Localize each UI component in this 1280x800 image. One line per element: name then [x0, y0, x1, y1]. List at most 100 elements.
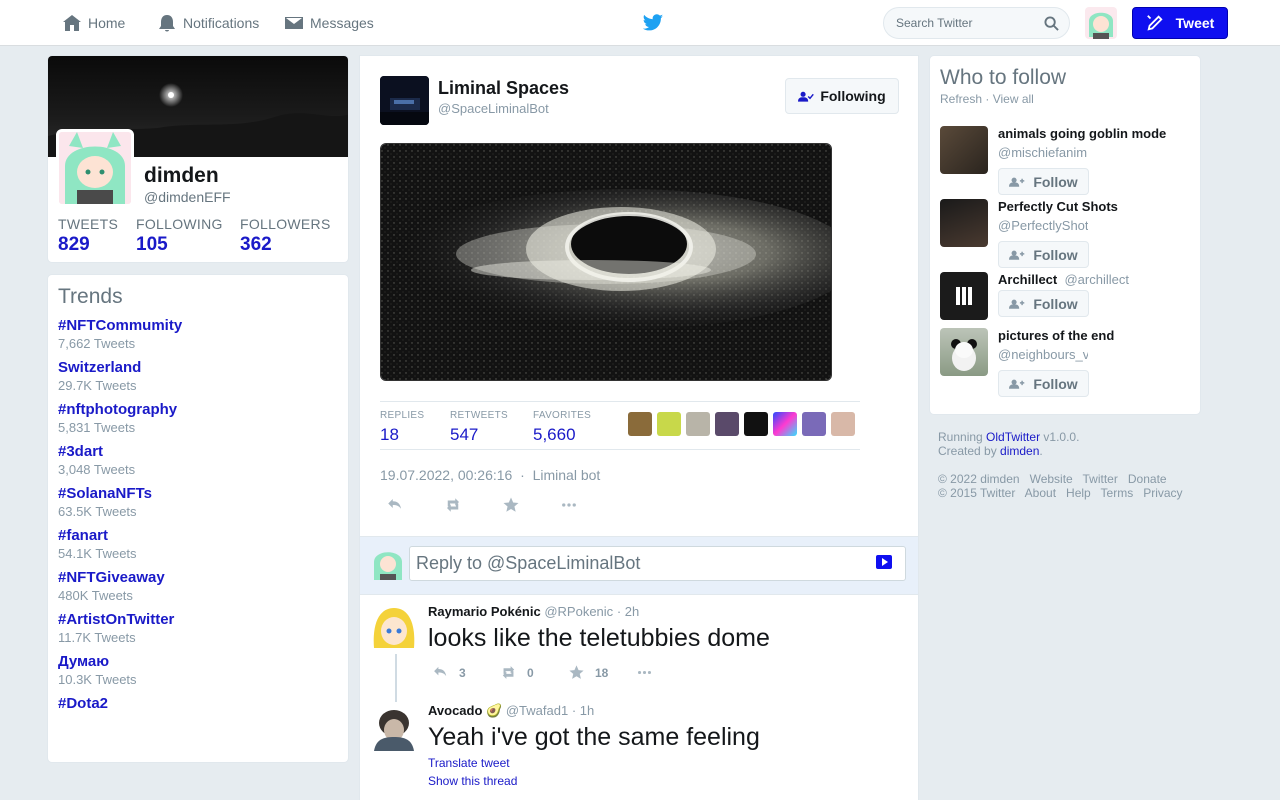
profile-avatar[interactable] — [56, 129, 134, 207]
reply-time[interactable]: · 2h — [617, 604, 639, 619]
translate-tweet-link[interactable]: Translate tweet — [428, 756, 510, 770]
reply-like-button[interactable]: 18 — [568, 664, 636, 681]
trend-item: #nftphotography 5,831 Tweets — [58, 401, 338, 435]
follow-button[interactable]: Follow — [998, 370, 1089, 397]
trends-title: Trends — [58, 285, 123, 308]
tweet-author-name[interactable]: Liminal Spaces — [438, 78, 569, 99]
reply-more-button[interactable] — [636, 664, 704, 681]
liker-avatar[interactable] — [802, 412, 826, 436]
liker-avatar[interactable] — [657, 412, 681, 436]
reply-author-name[interactable]: Avocado 🥑 — [428, 703, 502, 718]
footer-twitter-link[interactable]: Twitter — [1083, 472, 1118, 486]
liker-avatar[interactable] — [744, 412, 768, 436]
reply-time[interactable]: · 1h — [572, 703, 594, 718]
reply-author-avatar[interactable] — [370, 703, 418, 751]
suggested-user-name[interactable]: Archillect @archillect — [998, 272, 1129, 287]
follow-button[interactable]: Follow — [998, 241, 1089, 268]
tweet-meta: 19.07.2022, 00:26:16 · Liminal bot — [380, 467, 600, 483]
tweet-media-image[interactable] — [380, 143, 832, 381]
replies-label: REPLIES — [380, 410, 425, 421]
footer-website-link[interactable]: Website — [1030, 472, 1073, 486]
trend-link[interactable]: #nftphotography — [58, 401, 338, 418]
footer-terms-link[interactable]: Terms — [1101, 486, 1134, 500]
stat-followers[interactable]: FOLLOWERS 362 — [240, 216, 331, 256]
nav-home[interactable]: Home — [62, 0, 125, 46]
reply-reply-button[interactable]: 3 — [432, 664, 500, 681]
suggested-user-avatar[interactable] — [940, 199, 988, 247]
trend-link[interactable]: #ArtistOnTwitter — [58, 611, 338, 628]
stat-tweets[interactable]: TWEETS 829 — [58, 216, 118, 256]
retweets-stat[interactable]: RETWEETS 547 — [450, 410, 508, 445]
liker-avatar[interactable] — [686, 412, 710, 436]
suggested-user-name[interactable]: animals going goblin mode — [998, 126, 1166, 141]
trend-count: 10.3K Tweets — [58, 672, 137, 687]
compose-tweet-button[interactable]: Tweet — [1132, 7, 1228, 39]
liker-avatar[interactable] — [715, 412, 739, 436]
twitter-bird-logo[interactable] — [642, 12, 664, 34]
favorites-count: 5,660 — [533, 425, 576, 444]
view-all-link[interactable]: View all — [993, 92, 1034, 106]
favorite-button[interactable] — [502, 496, 560, 514]
stat-following[interactable]: FOLLOWING 105 — [136, 216, 223, 256]
trend-link[interactable]: #SolanaNFTs — [58, 485, 338, 502]
nav-messages[interactable]: Messages — [284, 0, 374, 46]
nav-notifications[interactable]: Notifications — [157, 0, 259, 46]
bell-icon — [159, 15, 175, 32]
footer-donate-link[interactable]: Donate — [1128, 472, 1167, 486]
reply-text: looks like the teletubbies dome — [428, 624, 770, 652]
search-icon[interactable] — [1044, 16, 1059, 31]
reply-retweet-count: 0 — [527, 665, 534, 680]
trend-link[interactable]: #NFTGiveaway — [58, 569, 338, 586]
follow-button[interactable]: Follow — [998, 290, 1089, 317]
avatar-image — [1085, 7, 1117, 39]
search-input[interactable] — [896, 16, 1036, 30]
profile-name[interactable]: dimden — [144, 164, 219, 188]
reply-header: Raymario Pokénic @RPokenic · 2h — [428, 604, 639, 619]
trend-link[interactable]: #fanart — [58, 527, 338, 544]
reply-button[interactable] — [386, 496, 444, 514]
trend-link[interactable]: #3dart — [58, 443, 338, 460]
top-navigation-bar: Home Notifications Messages Tweet — [0, 0, 1280, 46]
footer-help-link[interactable]: Help — [1066, 486, 1091, 500]
tweet-stats-row: REPLIES 18 RETWEETS 547 FAVORITES 5,660 — [380, 401, 860, 450]
footer-version: v1.0.0. — [1043, 430, 1080, 444]
retweet-button[interactable] — [444, 496, 502, 514]
black-hole-artwork — [381, 144, 831, 380]
follow-button[interactable]: Follow — [998, 168, 1089, 195]
reply-author-name[interactable]: Raymario Pokénic — [428, 604, 541, 619]
who-to-follow-card: Who to follow Refresh · View all animals… — [929, 55, 1201, 415]
trend-item: #fanart 54.1K Tweets — [58, 527, 338, 561]
more-button[interactable] — [560, 496, 618, 514]
send-reply-icon[interactable] — [876, 555, 892, 569]
show-thread-link[interactable]: Show this thread — [428, 774, 517, 788]
footer-app-link[interactable]: OldTwitter — [986, 430, 1040, 444]
trend-link[interactable]: #NFTCommumity — [58, 317, 338, 334]
reply-retweet-button[interactable]: 0 — [500, 664, 568, 681]
suggested-user-avatar[interactable] — [940, 272, 988, 320]
following-button[interactable]: Following — [785, 78, 899, 114]
reply-input[interactable] — [409, 546, 906, 581]
suggested-user-name[interactable]: Perfectly Cut Shots — [998, 199, 1118, 214]
replies-stat[interactable]: REPLIES 18 — [380, 410, 424, 445]
suggested-user-name[interactable]: pictures of the end — [998, 328, 1114, 343]
liker-avatar[interactable] — [628, 412, 652, 436]
liker-avatar[interactable] — [773, 412, 797, 436]
footer-privacy-link[interactable]: Privacy — [1143, 486, 1182, 500]
footer-author-link[interactable]: dimden — [1000, 444, 1039, 458]
tweet-author-avatar[interactable] — [380, 76, 429, 125]
suggested-user-handle: @neighbours_v — [998, 347, 1088, 362]
trend-link[interactable]: #Dota2 — [58, 695, 338, 712]
user-avatar[interactable] — [1085, 7, 1117, 39]
composer-avatar — [371, 546, 405, 580]
reply-author-avatar[interactable] — [370, 604, 418, 652]
tweet-date[interactable]: 19.07.2022, 00:26:16 — [380, 467, 512, 483]
trend-link[interactable]: Switzerland — [58, 359, 338, 376]
suggested-user-avatar[interactable] — [940, 126, 988, 174]
suggested-user-avatar[interactable] — [940, 328, 988, 376]
liker-avatar[interactable] — [831, 412, 855, 436]
trend-link[interactable]: Думаю — [58, 653, 338, 670]
trend-item: #Dota2 — [58, 695, 338, 712]
favorites-stat[interactable]: FAVORITES 5,660 — [533, 410, 591, 445]
refresh-link[interactable]: Refresh — [940, 92, 982, 106]
footer-about-link[interactable]: About — [1025, 486, 1056, 500]
